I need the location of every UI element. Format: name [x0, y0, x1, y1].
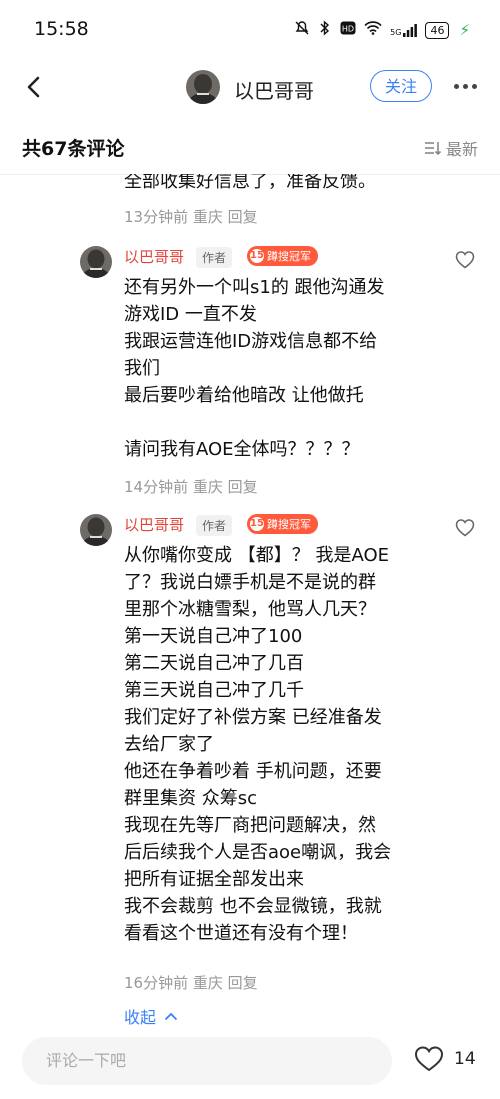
- collapse-replies-button[interactable]: 收起: [124, 1004, 178, 1027]
- comment-author[interactable]: 以巴哥哥: [124, 246, 184, 267]
- chevron-up-icon: [164, 1012, 178, 1020]
- back-button[interactable]: [18, 72, 48, 102]
- rank-badge: 15 蹲搜冠军: [247, 514, 318, 534]
- comment-meta[interactable]: 16分钟前 重庆 回复: [124, 972, 258, 993]
- comment-meta[interactable]: 14分钟前 重庆 回复: [124, 476, 258, 497]
- status-time: 15:58: [34, 18, 89, 40]
- comment-count-title: 共67条评论: [22, 138, 125, 160]
- battery-level: 46: [430, 23, 445, 37]
- comment-avatar[interactable]: [80, 514, 112, 546]
- comment-text: 还有另外一个叫s1的 跟他沟通发 游戏ID 一直不发 我跟运营连他ID游戏信息都…: [124, 277, 385, 460]
- badge-number: 15: [250, 249, 264, 263]
- badge-label: 蹲搜冠军: [267, 518, 311, 531]
- previous-comment-text: 全部收集好信息了，准备反馈。: [124, 174, 376, 192]
- sort-button[interactable]: 最新: [424, 136, 478, 160]
- comment-list[interactable]: 全部收集好信息了，准备反馈。 13分钟前 重庆 回复 以巴哥哥 作者 15 蹲搜…: [0, 174, 500, 1027]
- nav-bar: 以巴哥哥 关注: [0, 60, 500, 116]
- comment-author[interactable]: 以巴哥哥: [124, 514, 184, 535]
- bluetooth-icon: [318, 20, 332, 40]
- mute-icon: [294, 20, 310, 40]
- comments-header: 共67条评论 最新: [0, 116, 500, 175]
- avatar[interactable]: [186, 70, 220, 104]
- bottom-bar: 评论一下吧 14: [0, 1027, 500, 1099]
- more-options-icon[interactable]: [448, 74, 482, 98]
- wifi-icon: [364, 21, 382, 39]
- comment-input[interactable]: 评论一下吧: [22, 1037, 392, 1085]
- like-button[interactable]: 14: [414, 1045, 476, 1073]
- nav-username[interactable]: 以巴哥哥: [234, 75, 314, 104]
- rank-badge: 15 蹲搜冠军: [247, 246, 318, 266]
- collapse-label: 收起: [124, 1008, 157, 1027]
- status-bar: 15:58 HD 5G 46 ⚡: [0, 0, 500, 60]
- battery-indicator: 46: [425, 21, 450, 39]
- hd-icon: HD: [340, 21, 356, 39]
- badge-label: 蹲搜冠军: [267, 250, 311, 263]
- previous-comment-meta[interactable]: 13分钟前 重庆 回复: [124, 206, 258, 227]
- author-tag: 作者: [196, 247, 233, 268]
- author-tag: 作者: [196, 515, 233, 536]
- back-arrow-icon: [27, 76, 40, 98]
- heart-icon[interactable]: [455, 518, 475, 538]
- heart-icon: [414, 1046, 444, 1072]
- svg-text:HD: HD: [342, 25, 354, 34]
- signal-icon: 5G: [390, 23, 418, 37]
- comment-text: 从你嘴你变成 【都】？ 我是AOE 了？我说白嫖手机是不是说的群 里那个冰糖雪梨…: [124, 545, 392, 944]
- heart-icon[interactable]: [455, 250, 475, 270]
- sort-label: 最新: [445, 140, 478, 159]
- sort-icon: [424, 142, 442, 156]
- like-count: 14: [454, 1049, 476, 1069]
- comment-avatar[interactable]: [80, 246, 112, 278]
- network-label: 5G: [390, 27, 402, 37]
- badge-number: 15: [250, 517, 264, 531]
- follow-button[interactable]: 关注: [370, 70, 432, 102]
- status-icons: HD 5G 46 ⚡: [294, 20, 470, 40]
- charging-icon: ⚡: [459, 21, 470, 39]
